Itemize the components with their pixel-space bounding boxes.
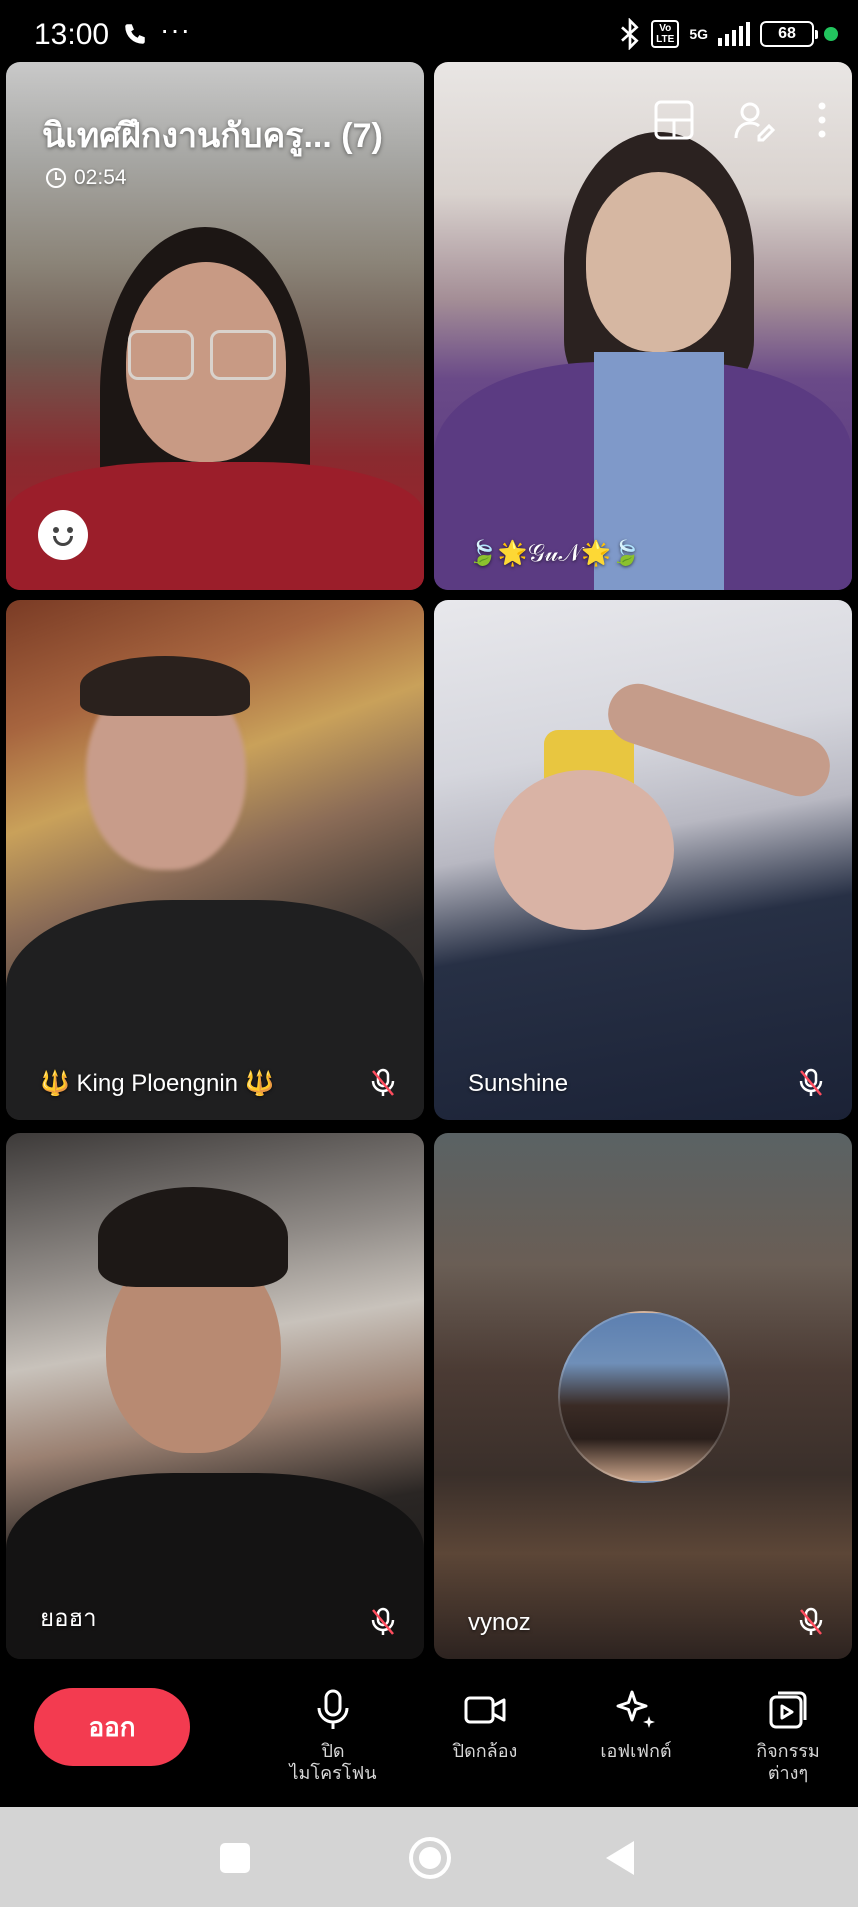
mic-muted-icon	[799, 1607, 823, 1635]
participant-name: ยอฮา	[40, 1605, 97, 1632]
participant-tile-1[interactable]: นิเทศฝึกงานกับครู... (7) 02:54	[6, 62, 424, 590]
battery-indicator: 68	[760, 21, 818, 47]
clock-icon	[46, 168, 66, 188]
status-time: 13:00	[34, 18, 110, 51]
add-person-icon[interactable]	[732, 98, 776, 142]
participant-tile-3[interactable]: 🔱 King Ploengnin 🔱	[6, 600, 424, 1120]
sparkle-icon	[616, 1690, 655, 1728]
mic-toggle-button[interactable]: ปิด ไมโครโฟน	[273, 1688, 393, 1784]
microphone-icon	[317, 1689, 349, 1729]
online-dot	[824, 27, 838, 41]
participant-name: Sunshine	[468, 1070, 569, 1097]
participant-name: 🔱 King Ploengnin 🔱	[40, 1070, 275, 1097]
mic-muted-icon	[799, 1068, 823, 1096]
phone-call-icon	[125, 24, 145, 44]
signal-strength-icon	[718, 22, 750, 46]
more-vertical-icon[interactable]	[812, 98, 832, 142]
participant-name: vynoz	[468, 1609, 531, 1636]
system-nav-bar	[0, 1807, 858, 1907]
activities-icon	[769, 1691, 807, 1729]
camera-toggle-button[interactable]: ปิดกล้อง	[425, 1688, 545, 1762]
call-timer: 02:54	[46, 166, 127, 190]
mic-muted-icon	[371, 1607, 395, 1635]
volte-badge: Vo LTE	[651, 20, 680, 48]
participant-tile-2[interactable]: 🍃🌟𝒢𝓊𝒩🌟🍃	[434, 62, 852, 590]
effects-label: เอฟเฟกต์	[600, 1741, 672, 1761]
avatar	[558, 1311, 730, 1483]
effects-button[interactable]: เอฟเฟกต์	[576, 1688, 696, 1762]
video-camera-icon	[464, 1696, 506, 1724]
leave-call-button[interactable]: ออก	[34, 1688, 190, 1766]
camera-toggle-label: ปิดกล้อง	[452, 1741, 518, 1761]
participant-tile-5[interactable]: ยอฮา	[6, 1133, 424, 1659]
call-timer-value: 02:54	[74, 166, 127, 189]
call-title: นิเทศฝึกงานกับครู... (7)	[42, 117, 383, 155]
recent-apps-button[interactable]	[220, 1843, 250, 1873]
back-button[interactable]	[606, 1841, 634, 1875]
activities-button[interactable]: กิจกรรม ต่างๆ	[728, 1688, 848, 1784]
status-more-indicator: ···	[160, 14, 191, 45]
mic-muted-icon	[371, 1068, 395, 1096]
home-button[interactable]	[409, 1837, 451, 1879]
network-indicator: 5G	[689, 26, 708, 42]
emoji-icon[interactable]	[38, 510, 88, 560]
participant-tile-4[interactable]: Sunshine	[434, 600, 852, 1120]
mic-toggle-label: ปิด ไมโครโฟน	[289, 1741, 377, 1783]
activities-label: กิจกรรม ต่างๆ	[756, 1741, 820, 1783]
participant-tile-6[interactable]: vynoz	[434, 1133, 852, 1659]
layout-icon[interactable]	[652, 98, 696, 142]
call-controls: ออก ปิด ไมโครโฟน ปิดกล้อง เอฟเฟกต์ กิจกรร…	[0, 1660, 858, 1807]
participant-name: 🍃🌟𝒢𝓊𝒩🌟🍃	[468, 540, 642, 567]
status-bar: 13:00 ··· Vo LTE 5G 68	[0, 0, 858, 70]
bluetooth-icon	[621, 18, 639, 50]
